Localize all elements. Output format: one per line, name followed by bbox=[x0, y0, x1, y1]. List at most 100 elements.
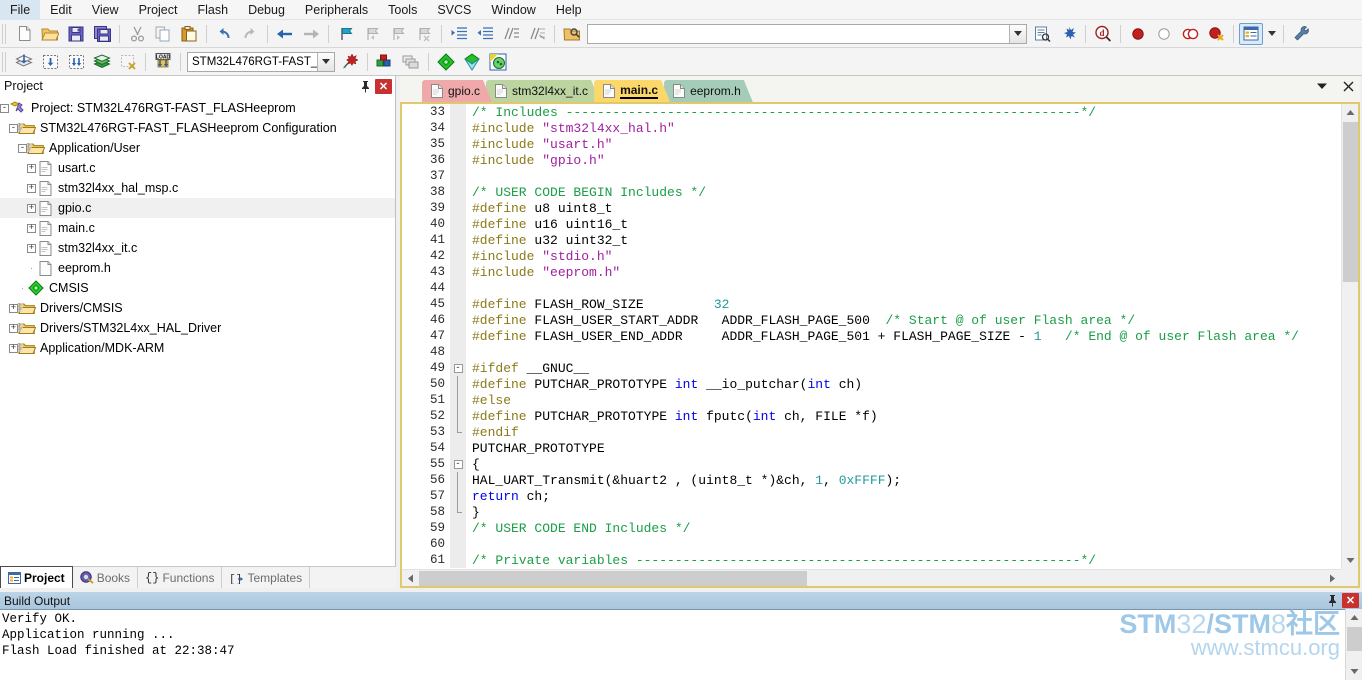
code-text[interactable]: #define u16 uint16_t bbox=[466, 217, 1341, 232]
code-text[interactable]: #define PUTCHAR_PROTOTYPE int fputc(int … bbox=[466, 409, 1341, 424]
fold-gutter[interactable] bbox=[450, 184, 466, 200]
code-text[interactable]: #include "stm32l4xx_hal.h" bbox=[466, 121, 1341, 136]
code-view[interactable]: 33 /* Includes --------------------------… bbox=[402, 104, 1341, 569]
code-text[interactable]: /* USER CODE BEGIN Includes */ bbox=[466, 185, 1341, 200]
editor-horizontal-scrollbar[interactable] bbox=[402, 569, 1341, 586]
fold-gutter[interactable] bbox=[450, 216, 466, 232]
menu-item-svcs[interactable]: SVCS bbox=[427, 0, 481, 20]
tree-expander[interactable]: + bbox=[27, 183, 36, 193]
tree-item-gpio-c[interactable]: + gpio.c bbox=[0, 198, 395, 218]
menu-item-peripherals[interactable]: Peripherals bbox=[295, 0, 378, 20]
scroll-up-arrow[interactable] bbox=[1346, 609, 1362, 626]
fold-gutter[interactable] bbox=[450, 280, 466, 296]
scroll-left-arrow[interactable] bbox=[402, 570, 419, 587]
save-all-button[interactable] bbox=[90, 23, 114, 45]
tree-expander[interactable]: - bbox=[18, 143, 27, 153]
fold-gutter[interactable] bbox=[450, 152, 466, 168]
editor-vertical-scrollbar[interactable] bbox=[1341, 104, 1358, 569]
fold-gutter[interactable] bbox=[450, 344, 466, 360]
code-line[interactable]: 61 /* Private variables -----------------… bbox=[402, 552, 1341, 568]
fold-gutter[interactable] bbox=[450, 520, 466, 536]
menu-item-project[interactable]: Project bbox=[129, 0, 188, 20]
build-output-vertical-scrollbar[interactable] bbox=[1345, 609, 1362, 680]
code-text[interactable]: /* Includes ----------------------------… bbox=[466, 105, 1341, 120]
code-text[interactable]: #endif bbox=[466, 425, 1341, 440]
code-text[interactable]: #ifdef __GNUC__ bbox=[466, 361, 1341, 376]
translate-file-button[interactable] bbox=[12, 51, 36, 73]
redo-button[interactable] bbox=[238, 23, 262, 45]
tree-item-stm32l4xx-it-c[interactable]: + stm32l4xx_it.c bbox=[0, 238, 395, 258]
code-line[interactable]: 36 #include "gpio.h" bbox=[402, 152, 1341, 168]
target-combo[interactable]: STM32L476RGT-FAST_FLA bbox=[187, 51, 335, 72]
code-text[interactable]: #define u32 uint32_t bbox=[466, 233, 1341, 248]
insert-breakpoint-button[interactable] bbox=[1126, 23, 1150, 45]
indent-button[interactable] bbox=[447, 23, 471, 45]
target-options-button[interactable] bbox=[338, 51, 362, 73]
code-line[interactable]: 46 #define FLASH_USER_START_ADDR ADDR_FLA… bbox=[402, 312, 1341, 328]
code-text[interactable]: #else bbox=[466, 393, 1341, 408]
navigate-back-button[interactable] bbox=[273, 23, 297, 45]
code-line[interactable]: 45 #define FLASH_ROW_SIZE 32 bbox=[402, 296, 1341, 312]
code-line[interactable]: 50 #define PUTCHAR_PROTOTYPE int __io_put… bbox=[402, 376, 1341, 392]
pin-icon[interactable] bbox=[357, 78, 373, 94]
fold-gutter[interactable] bbox=[450, 248, 466, 264]
menu-item-help[interactable]: Help bbox=[546, 0, 592, 20]
clear-bookmarks-button[interactable] bbox=[412, 23, 436, 45]
code-text[interactable]: #define FLASH_ROW_SIZE 32 bbox=[466, 297, 1341, 312]
menu-item-edit[interactable]: Edit bbox=[40, 0, 82, 20]
code-line[interactable]: 52 #define PUTCHAR_PROTOTYPE int fputc(in… bbox=[402, 408, 1341, 424]
scroll-down-arrow[interactable] bbox=[1346, 663, 1362, 680]
panel-tab-project[interactable]: Project bbox=[0, 566, 73, 588]
fold-gutter[interactable] bbox=[450, 504, 466, 520]
code-line[interactable]: 33 /* Includes --------------------------… bbox=[402, 104, 1341, 120]
fold-gutter[interactable] bbox=[450, 136, 466, 152]
close-icon[interactable]: ✕ bbox=[375, 78, 392, 94]
tree-expander[interactable]: + bbox=[9, 343, 18, 353]
code-text[interactable]: /* Private variables -------------------… bbox=[466, 553, 1341, 568]
code-line[interactable]: 47 #define FLASH_USER_END_ADDR ADDR_FLASH… bbox=[402, 328, 1341, 344]
fold-gutter[interactable] bbox=[450, 488, 466, 504]
download-to-flash-button[interactable]: LOAD bbox=[151, 51, 175, 73]
outdent-button[interactable] bbox=[473, 23, 497, 45]
menu-item-tools[interactable]: Tools bbox=[378, 0, 427, 20]
software-packs-button[interactable] bbox=[486, 51, 510, 73]
undo-button[interactable] bbox=[212, 23, 236, 45]
code-text[interactable]: #define PUTCHAR_PROTOTYPE int __io_putch… bbox=[466, 377, 1341, 392]
tree-expander[interactable]: + bbox=[27, 163, 36, 173]
tree-expander[interactable]: + bbox=[27, 243, 36, 253]
code-text[interactable]: #define FLASH_USER_END_ADDR ADDR_FLASH_P… bbox=[466, 329, 1341, 344]
code-line[interactable]: 53 #endif bbox=[402, 424, 1341, 440]
code-line[interactable]: 35 #include "usart.h" bbox=[402, 136, 1341, 152]
code-text[interactable]: } bbox=[466, 505, 1341, 520]
project-window-toggle-button[interactable] bbox=[1239, 22, 1263, 45]
tree-item-cmsis[interactable]: · CMSIS bbox=[0, 278, 395, 298]
comment-selection-button[interactable] bbox=[499, 23, 523, 45]
build-vscroll-thumb[interactable] bbox=[1347, 627, 1362, 651]
tree-expander[interactable]: - bbox=[0, 103, 9, 113]
tree-item-stm32l476rgt-fast-flasheeprom-configuration[interactable]: - STM32L476RGT-FAST_FLASHeeprom Configura… bbox=[0, 118, 395, 138]
browse-symbol-button[interactable]: d bbox=[1091, 23, 1115, 45]
save-button[interactable] bbox=[64, 23, 88, 45]
editor-tab-gpio-c[interactable]: gpio.c bbox=[422, 80, 492, 102]
tree-expander[interactable]: - bbox=[9, 123, 18, 133]
paste-button[interactable] bbox=[177, 23, 201, 45]
code-line[interactable]: 51 #else bbox=[402, 392, 1341, 408]
menu-item-file[interactable]: File bbox=[0, 0, 41, 20]
scroll-right-arrow[interactable] bbox=[1324, 570, 1341, 587]
panel-tab-templates[interactable]: [] Templates bbox=[222, 567, 311, 588]
code-text[interactable]: #include "usart.h" bbox=[466, 137, 1341, 152]
code-text[interactable]: HAL_UART_Transmit(&huart2 , (uint8_t *)&… bbox=[466, 473, 1341, 488]
find-in-files-dialog-button[interactable] bbox=[1030, 23, 1054, 45]
code-line[interactable]: 38 /* USER CODE BEGIN Includes */ bbox=[402, 184, 1341, 200]
code-line[interactable]: 49- #ifdef __GNUC__ bbox=[402, 360, 1341, 376]
panel-tab-books[interactable]: Books bbox=[73, 567, 139, 588]
open-file-button[interactable] bbox=[38, 23, 62, 45]
code-text[interactable]: #include "stdio.h" bbox=[466, 249, 1341, 264]
menu-item-window[interactable]: Window bbox=[481, 0, 545, 20]
tree-expander[interactable]: + bbox=[27, 203, 36, 213]
editor-hscroll-thumb[interactable] bbox=[419, 570, 807, 586]
kill-all-breakpoints-button[interactable] bbox=[1204, 23, 1228, 45]
copy-button[interactable] bbox=[151, 23, 175, 45]
chevron-down-icon[interactable] bbox=[1314, 78, 1330, 94]
fold-gutter[interactable] bbox=[450, 472, 466, 488]
